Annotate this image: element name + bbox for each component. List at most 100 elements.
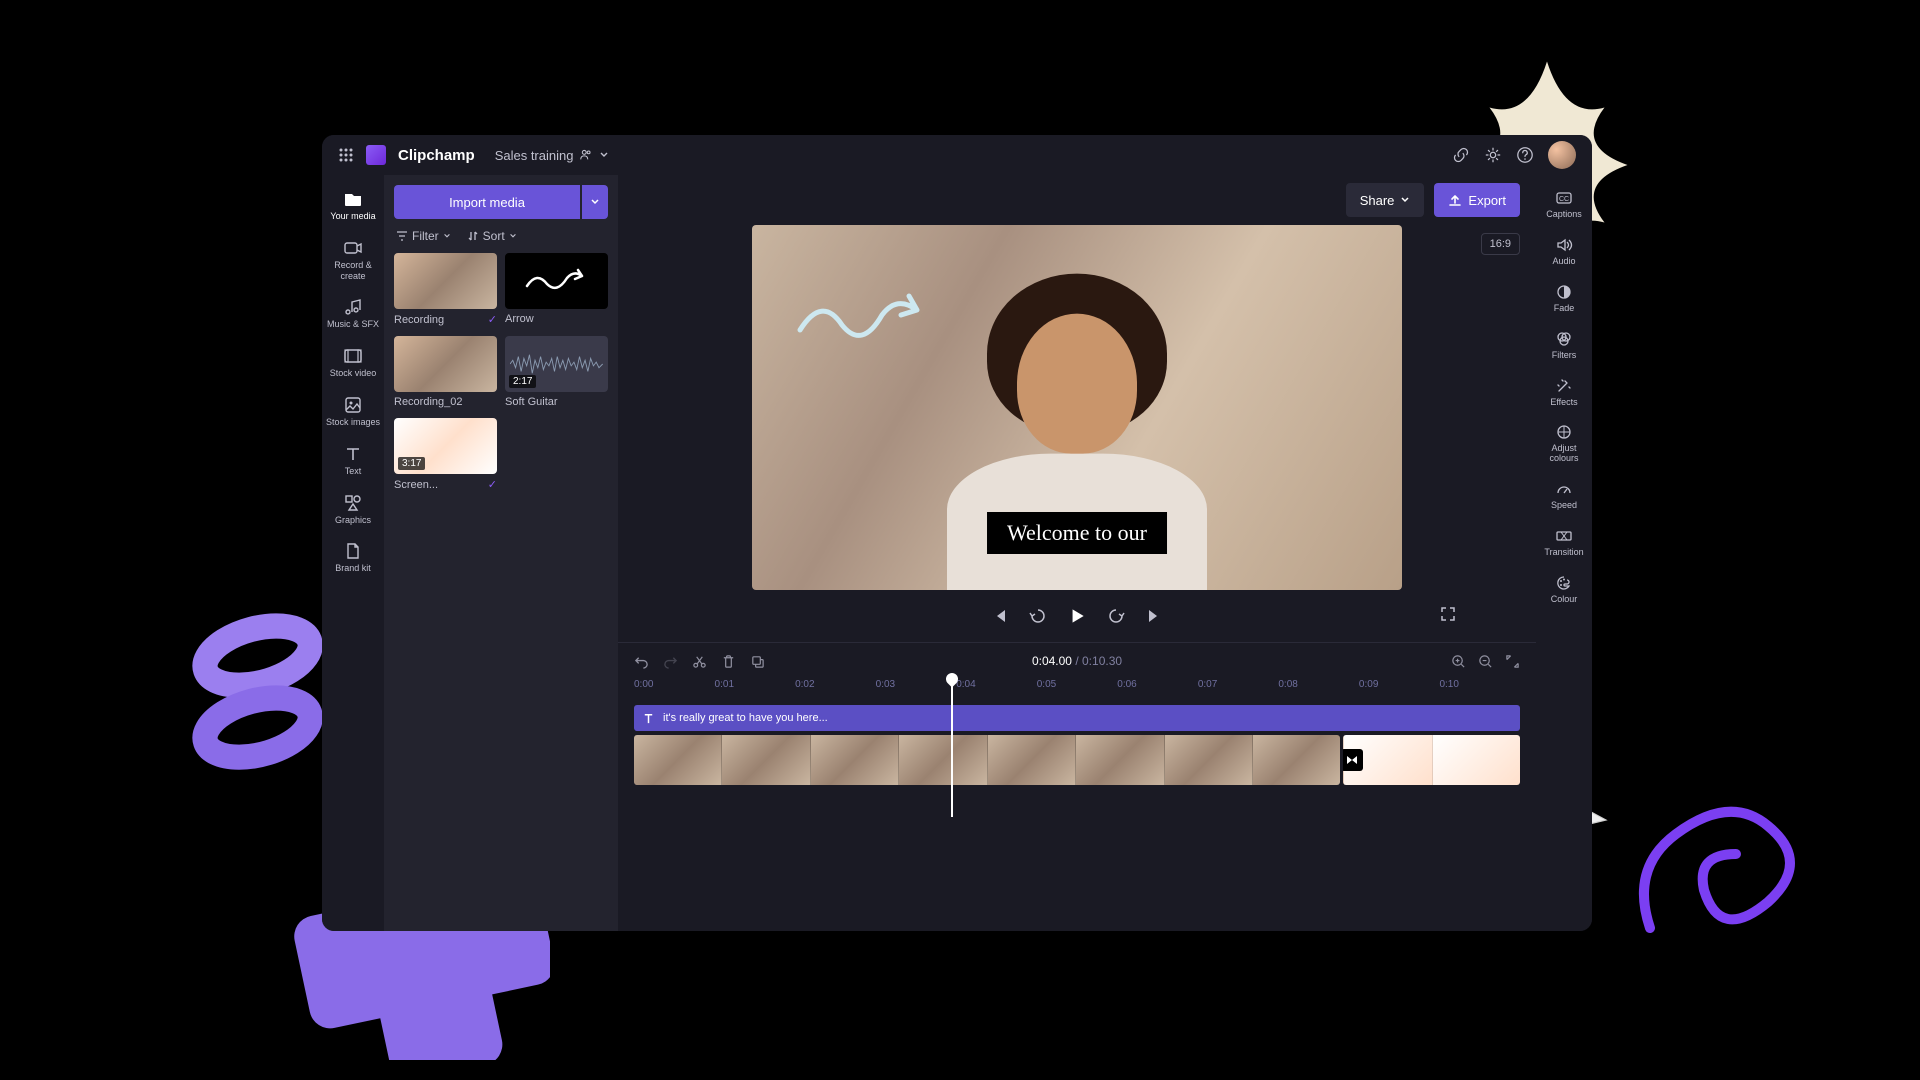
skip-start-icon[interactable] xyxy=(991,607,1009,625)
timeline-tracks[interactable]: it's really great to have you here... xyxy=(618,701,1536,803)
settings-icon[interactable] xyxy=(1484,146,1502,164)
timeline: 0:04.00 / 0:10.30 0:00 0:01 0:02 0:03 0:… xyxy=(618,642,1536,803)
rr-colour[interactable]: Colour xyxy=(1536,566,1592,613)
duplicate-icon[interactable] xyxy=(750,654,765,669)
help-icon[interactable] xyxy=(1516,146,1534,164)
ruler-tick: 0:06 xyxy=(1117,679,1198,701)
media-panel: Import media Filter Sort Recording✓ Arro… xyxy=(384,175,618,931)
svg-text:CC: CC xyxy=(1559,196,1569,203)
split-icon[interactable] xyxy=(692,654,707,669)
preview-canvas[interactable]: Welcome to our xyxy=(752,225,1402,590)
export-label: Export xyxy=(1468,193,1506,208)
rr-captions[interactable]: CC Captions xyxy=(1536,181,1592,228)
arrow-overlay xyxy=(792,285,942,355)
filter-button[interactable]: Filter xyxy=(396,229,451,243)
media-name: Screen... xyxy=(394,479,438,491)
caption-overlay: Welcome to our xyxy=(987,512,1167,554)
upload-icon xyxy=(1448,193,1462,207)
video-track-clip-main[interactable] xyxy=(634,735,1340,785)
rr-label: Fade xyxy=(1554,304,1575,314)
rr-adjust-colours[interactable]: Adjust colours xyxy=(1536,415,1592,472)
rr-label: Transition xyxy=(1544,548,1583,558)
nav-label: Text xyxy=(345,466,362,477)
app-logo xyxy=(366,145,386,165)
ruler-tick: 0:07 xyxy=(1198,679,1279,701)
media-name: Arrow xyxy=(505,313,534,325)
delete-icon[interactable] xyxy=(721,654,736,669)
share-label: Share xyxy=(1360,193,1395,208)
waveform-icon xyxy=(510,350,603,378)
rr-label: Filters xyxy=(1552,351,1577,361)
media-item-recording02[interactable]: Recording_02 xyxy=(394,336,497,408)
titlebar: Clipchamp Sales training xyxy=(322,135,1592,175)
chevron-down-icon xyxy=(509,232,517,240)
zoom-out-icon[interactable] xyxy=(1478,654,1493,669)
ruler-tick: 0:02 xyxy=(795,679,876,701)
rr-label: Effects xyxy=(1550,398,1577,408)
zoom-in-icon[interactable] xyxy=(1451,654,1466,669)
rr-filters[interactable]: Filters xyxy=(1536,322,1592,369)
fullscreen-icon[interactable] xyxy=(1440,606,1456,627)
export-button[interactable]: Export xyxy=(1434,183,1520,217)
media-item-softguitar[interactable]: 2:17 Soft Guitar xyxy=(505,336,608,408)
zoom-fit-icon[interactable] xyxy=(1505,654,1520,669)
timeline-timecode: 0:04.00 / 0:10.30 xyxy=(1032,654,1122,668)
media-thumbnail: 3:17 xyxy=(394,418,497,474)
waffle-icon[interactable] xyxy=(338,147,354,163)
import-media-button[interactable]: Import media xyxy=(394,185,580,219)
project-name[interactable]: Sales training xyxy=(495,148,610,163)
aspect-ratio-badge[interactable]: 16:9 xyxy=(1481,233,1520,255)
rr-speed[interactable]: Speed xyxy=(1536,472,1592,519)
text-track-clip[interactable]: it's really great to have you here... xyxy=(634,705,1520,731)
link-icon[interactable] xyxy=(1452,146,1470,164)
transition-icon[interactable] xyxy=(1343,749,1363,771)
undo-icon[interactable] xyxy=(634,654,649,669)
sort-button[interactable]: Sort xyxy=(467,229,517,243)
nav-label: Brand kit xyxy=(335,563,371,574)
timeline-ruler[interactable]: 0:00 0:01 0:02 0:03 0:04 0:05 0:06 0:07 … xyxy=(618,679,1536,701)
nav-stock-video[interactable]: Stock video xyxy=(322,338,384,387)
rewind-icon[interactable] xyxy=(1029,607,1047,625)
app-window: Clipchamp Sales training Your media Reco… xyxy=(322,135,1592,931)
rr-label: Adjust colours xyxy=(1538,444,1590,464)
project-name-label: Sales training xyxy=(495,148,574,163)
import-media-dropdown[interactable] xyxy=(582,185,608,219)
nav-your-media[interactable]: Your media xyxy=(322,181,384,230)
nav-label: Your media xyxy=(330,211,375,222)
rr-audio[interactable]: Audio xyxy=(1536,228,1592,275)
media-thumbnail xyxy=(394,336,497,392)
ruler-tick: 0:10 xyxy=(1439,679,1520,701)
media-name: Soft Guitar xyxy=(505,396,558,408)
nav-stock-images[interactable]: Stock images xyxy=(322,387,384,436)
total-time: 0:10.30 xyxy=(1082,654,1122,668)
forward-icon[interactable] xyxy=(1107,607,1125,625)
redo-icon[interactable] xyxy=(663,654,678,669)
playhead[interactable] xyxy=(951,679,953,817)
play-icon[interactable] xyxy=(1067,606,1087,626)
nav-rail: Your media Record & create Music & SFX S… xyxy=(322,175,384,931)
video-track-clip-screen[interactable] xyxy=(1343,735,1520,785)
share-button[interactable]: Share xyxy=(1346,183,1425,217)
right-rail: CC Captions Audio Fade Filters Effects Ad… xyxy=(1536,175,1592,931)
rr-transition[interactable]: Transition xyxy=(1536,519,1592,566)
skip-end-icon[interactable] xyxy=(1145,607,1163,625)
playback-controls xyxy=(618,590,1536,642)
nav-record-create[interactable]: Record & create xyxy=(322,230,384,290)
rr-fade[interactable]: Fade xyxy=(1536,275,1592,322)
ruler-tick: 0:03 xyxy=(876,679,957,701)
nav-graphics[interactable]: Graphics xyxy=(322,485,384,534)
current-time: 0:04.00 xyxy=(1032,654,1072,668)
rr-label: Audio xyxy=(1552,257,1575,267)
rr-label: Captions xyxy=(1546,210,1582,220)
media-item-screen[interactable]: 3:17 Screen...✓ xyxy=(394,418,497,491)
nav-label: Stock video xyxy=(330,368,377,379)
nav-brand-kit[interactable]: Brand kit xyxy=(322,533,384,582)
media-name: Recording_02 xyxy=(394,396,463,408)
media-item-arrow[interactable]: Arrow xyxy=(505,253,608,326)
nav-text[interactable]: Text xyxy=(322,436,384,485)
rr-label: Colour xyxy=(1551,595,1578,605)
user-avatar[interactable] xyxy=(1548,141,1576,169)
nav-music-sfx[interactable]: Music & SFX xyxy=(322,289,384,338)
media-item-recording[interactable]: Recording✓ xyxy=(394,253,497,326)
rr-effects[interactable]: Effects xyxy=(1536,369,1592,416)
